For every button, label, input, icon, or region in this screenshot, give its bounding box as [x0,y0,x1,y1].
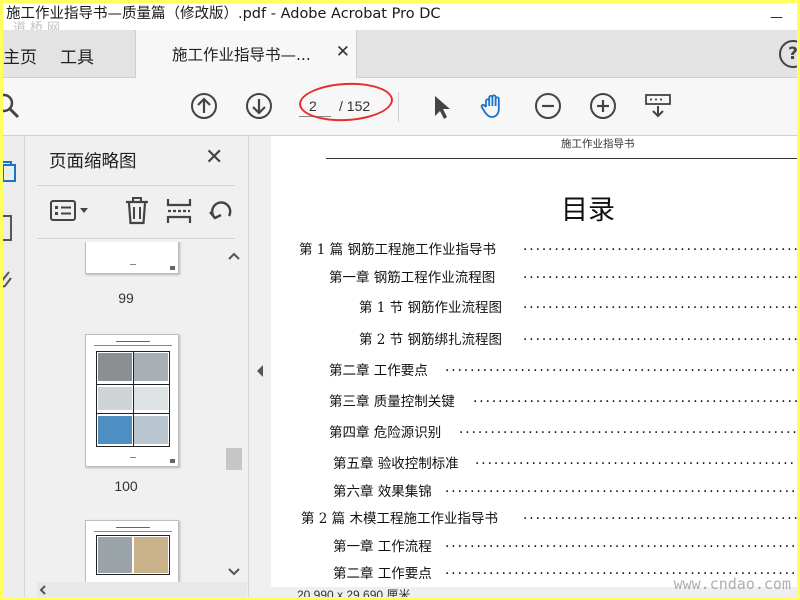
toc-entry[interactable]: 第六章 效果集锦 [333,480,432,500]
toc-entry[interactable]: 第一章 工作流程 [333,535,432,555]
thumbnail-horizontal-scrollbar[interactable] [37,582,247,597]
document-view[interactable]: 施工作业指导书 目录 第 1 篇 钢筋工程施工作业指导书 ...........… [271,136,797,597]
toolbar: 2 / 152 [3,78,797,136]
scroll-up-icon[interactable] [228,252,240,260]
window-title: 施工作业指导书—质量篇（修改版）.pdf - Adobe Acrobat Pro… [6,6,441,22]
scroll-left-icon[interactable] [39,585,47,595]
toc-entry[interactable]: 第四章 危险源识别 [329,421,441,441]
toc-leader: ........................................… [445,480,797,496]
insert-page-icon[interactable] [165,196,193,226]
toc-entry[interactable]: 第五章 验收控制标准 [333,452,459,472]
thumbnail-page-101[interactable] [85,520,179,582]
toc-leader: ........................................… [523,328,797,344]
toc-entry[interactable]: 第 1 节 钢筋作业流程图 [359,296,502,316]
toc-leader: ........................................… [523,238,797,254]
title-bar: 施工作业指导书—质量篇（修改版）.pdf - Adobe Acrobat Pro… [3,3,797,30]
toc-entry[interactable]: 第 2 节 钢筋绑扎流程图 [359,328,502,348]
page-thumbnails-icon[interactable] [3,160,17,182]
help-icon[interactable]: ? [779,40,797,68]
toc-leader: ........................................… [523,296,797,312]
document-running-header: 施工作业指导书 [561,138,635,150]
search-icon[interactable] [3,92,21,120]
toc-leader: ........................................… [475,452,797,468]
zoom-out-icon[interactable] [534,92,562,120]
toc-leader: ........................................… [523,507,797,523]
scrollbar-thumb[interactable] [226,448,242,470]
thumbnail-scrollbar[interactable] [225,246,243,582]
minimize-button[interactable]: — [770,7,783,29]
tab-bar: 主页 工具 施工作业指导书—... ✕ ? [3,30,797,78]
toc-entry[interactable]: 第三章 质量控制关键 [329,390,455,410]
tab-document-label: 施工作业指导书—... [172,46,311,64]
toc-leader: ........................................… [445,359,797,375]
bookmarks-icon[interactable] [3,214,17,244]
header-rule [326,158,797,159]
page-size-readout: 20.990 x 29.690 厘米 [297,588,411,597]
toc-entry[interactable]: 第一章 钢筋工程作业流程图 [329,266,495,286]
toc-entry[interactable]: 第二章 工作要点 [333,562,432,582]
hand-tool-icon[interactable] [479,92,507,120]
scroll-down-icon[interactable] [228,568,240,576]
thumbnail-number: 99 [118,290,134,306]
delete-page-icon[interactable] [123,196,151,226]
attachments-icon[interactable] [3,268,17,292]
toc-entry[interactable]: 第二章 工作要点 [329,359,428,379]
thumbnails-panel: 页面缩略图 ✕ 99 100 [25,136,249,597]
left-rail [3,136,25,597]
next-page-icon[interactable] [245,92,273,120]
thumbnail-list: 99 100 [25,242,227,582]
toc-leader: ........................................… [523,266,797,282]
panel-close-icon[interactable]: ✕ [205,145,223,170]
thumbnail-page-100[interactable] [85,334,179,467]
panel-divider [37,185,235,186]
select-cursor-icon[interactable] [427,92,455,120]
toolbar-divider [398,92,399,122]
toc-leader: ........................................… [473,390,797,406]
red-annotation-ellipse [298,80,394,124]
toc-entry[interactable]: 第 1 篇 钢筋工程施工作业指导书 [299,238,496,258]
panel-title: 页面缩略图 [49,152,137,172]
zoom-in-icon[interactable] [589,92,617,120]
tab-close-icon[interactable]: ✕ [336,42,350,62]
panel-divider [37,238,235,239]
acrobat-window: 施工作业指导书—质量篇（修改版）.pdf - Adobe Acrobat Pro… [3,3,797,597]
panel-collapse-strip[interactable] [249,136,271,597]
watermark-bottom: www.cndao.com [673,575,791,593]
toc-leader: ........................................… [459,421,797,437]
document-title: 目录 [561,195,615,226]
thumbnail-number: 100 [114,478,138,494]
tab-tools[interactable]: 工具 [60,43,94,68]
toc-leader: ........................................… [445,535,797,551]
collapse-panel-icon[interactable] [256,364,264,378]
thumbnail-page-99[interactable] [85,242,179,274]
page-display-icon[interactable] [644,92,672,120]
toc-entry[interactable]: 第 2 篇 木模工程施工作业指导书 [301,507,498,527]
thumbnail-options-icon[interactable] [49,196,93,226]
tab-home[interactable]: 主页 [3,43,37,68]
rotate-page-icon[interactable] [207,196,235,226]
tab-document[interactable]: 施工作业指导书—... ✕ [135,30,357,78]
previous-page-icon[interactable] [190,92,218,120]
